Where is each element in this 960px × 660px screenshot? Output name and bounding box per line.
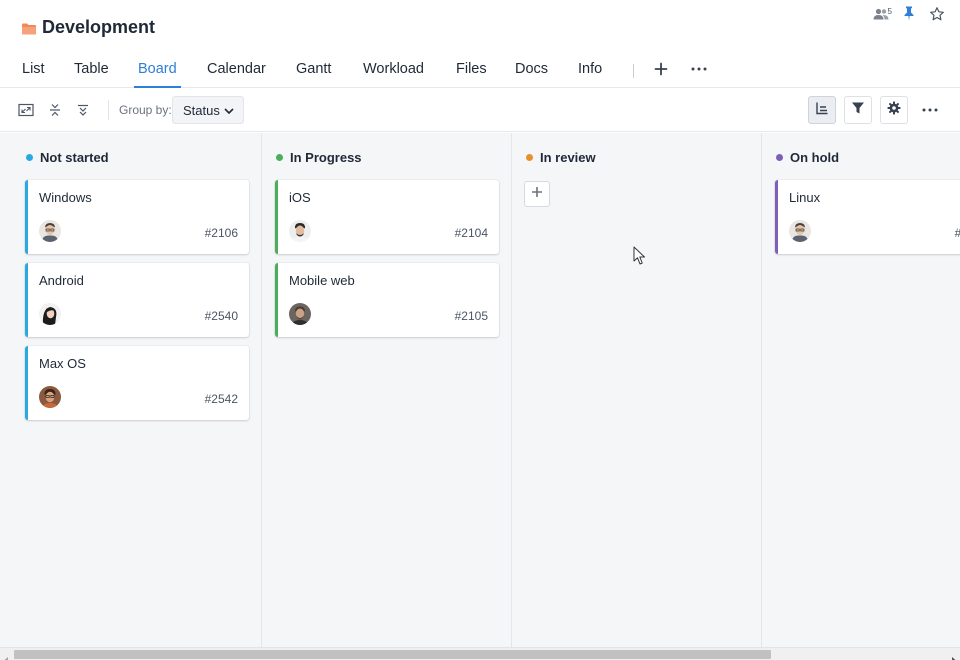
title-row: Development bbox=[22, 17, 155, 38]
tab-gantt[interactable]: Gantt bbox=[296, 56, 331, 88]
column-header: Not started bbox=[26, 150, 109, 165]
column-title: Not started bbox=[40, 150, 109, 165]
column-header: On hold bbox=[776, 150, 839, 165]
plus-icon bbox=[652, 62, 670, 82]
toolbar-more-button[interactable] bbox=[920, 102, 940, 118]
column-title: In Progress bbox=[290, 150, 362, 165]
pin-icon bbox=[902, 6, 916, 26]
settings-button[interactable] bbox=[880, 96, 908, 124]
column-in-review: In review bbox=[512, 133, 762, 647]
page-header: Development 5 List Table Board Calendar … bbox=[0, 0, 960, 88]
task-card[interactable]: Max OS #2542 bbox=[25, 346, 249, 420]
column-title: On hold bbox=[790, 150, 840, 165]
expand-all-button[interactable] bbox=[75, 102, 91, 118]
swimlane-icon bbox=[815, 101, 829, 120]
column-header: In review bbox=[526, 150, 596, 165]
status-dot bbox=[276, 154, 283, 161]
scroll-left-icon[interactable] bbox=[3, 651, 9, 660]
scrollbar-thumb[interactable] bbox=[14, 650, 771, 659]
expand-icon bbox=[18, 103, 34, 122]
fullscreen-button[interactable] bbox=[18, 102, 34, 118]
tab-calendar[interactable]: Calendar bbox=[207, 56, 266, 88]
kanban-board: Not started Windows #2106 Android #2540 … bbox=[0, 133, 960, 647]
avatar bbox=[789, 220, 811, 242]
card-id: #2542 bbox=[204, 392, 238, 406]
page-title: Development bbox=[42, 17, 156, 37]
status-dot bbox=[26, 154, 33, 161]
more-icon bbox=[690, 65, 708, 82]
more-views-button[interactable] bbox=[690, 60, 708, 78]
avatar bbox=[39, 220, 61, 242]
card-id: #2106 bbox=[204, 226, 238, 240]
column-title: In review bbox=[540, 150, 596, 165]
board-toolbar: Group by: Status bbox=[0, 88, 960, 132]
task-card[interactable]: Windows #2106 bbox=[25, 180, 249, 254]
tab-workload[interactable]: Workload bbox=[363, 56, 424, 88]
card-title: Mobile web bbox=[289, 273, 355, 288]
tab-files[interactable]: Files bbox=[456, 56, 487, 88]
collapse-all-button[interactable] bbox=[47, 102, 63, 118]
card-title: Windows bbox=[39, 190, 92, 205]
avatar bbox=[39, 386, 61, 408]
plus-icon bbox=[531, 185, 543, 203]
scroll-right-icon[interactable] bbox=[951, 651, 957, 660]
column-header: In Progress bbox=[276, 150, 362, 165]
toolbar-divider bbox=[108, 100, 109, 120]
mouse-cursor-icon bbox=[633, 246, 647, 266]
favorite-button[interactable] bbox=[930, 6, 944, 26]
card-id: #2104 bbox=[454, 226, 488, 240]
card-title: iOS bbox=[289, 190, 311, 205]
collapse-all-icon bbox=[47, 104, 63, 122]
members-button[interactable]: 5 bbox=[873, 6, 892, 25]
expand-all-icon bbox=[75, 104, 91, 122]
status-dot bbox=[526, 154, 533, 161]
task-card[interactable]: Linux #2107 bbox=[775, 180, 960, 254]
card-title: Android bbox=[39, 273, 84, 288]
tab-docs[interactable]: Docs bbox=[515, 56, 548, 88]
avatar bbox=[289, 220, 311, 242]
tab-divider bbox=[633, 64, 634, 78]
tab-table[interactable]: Table bbox=[74, 56, 109, 88]
filter-button[interactable] bbox=[844, 96, 872, 124]
column-in-progress: In Progress iOS #2104 Mobile web #2105 bbox=[262, 133, 512, 647]
star-icon bbox=[930, 6, 944, 26]
task-card[interactable]: iOS #2104 bbox=[275, 180, 499, 254]
card-id: #2105 bbox=[454, 309, 488, 323]
members-count: 5 bbox=[887, 6, 892, 16]
card-title: Linux bbox=[789, 190, 821, 205]
pin-button[interactable] bbox=[902, 6, 916, 26]
card-id: #2107 bbox=[955, 226, 960, 240]
group-by-select[interactable]: Status bbox=[172, 96, 244, 124]
column-not-started: Not started Windows #2106 Android #2540 … bbox=[0, 133, 262, 647]
card-id: #2540 bbox=[204, 309, 238, 323]
tab-list[interactable]: List bbox=[22, 56, 45, 88]
avatar bbox=[39, 303, 61, 325]
column-on-hold: On hold Linux #2107 bbox=[762, 133, 960, 647]
members-icon bbox=[873, 7, 889, 25]
tab-board[interactable]: Board bbox=[134, 56, 181, 88]
card-title: Max OS bbox=[39, 356, 86, 371]
horizontal-scrollbar[interactable] bbox=[0, 647, 960, 660]
add-card-button[interactable] bbox=[524, 181, 550, 207]
task-card[interactable]: Mobile web #2105 bbox=[275, 263, 499, 337]
gear-icon bbox=[887, 101, 901, 120]
swimlanes-button[interactable] bbox=[808, 96, 836, 124]
group-by-value: Status bbox=[183, 102, 220, 118]
tab-info[interactable]: Info bbox=[578, 56, 602, 88]
add-view-button[interactable] bbox=[652, 60, 670, 78]
filter-icon bbox=[851, 101, 865, 120]
avatar bbox=[289, 303, 311, 325]
more-icon bbox=[920, 105, 940, 122]
folder-icon bbox=[22, 22, 36, 34]
task-card[interactable]: Android #2540 bbox=[25, 263, 249, 337]
group-by-label: Group by: bbox=[119, 103, 172, 117]
header-actions: 5 bbox=[873, 6, 944, 26]
status-dot bbox=[776, 154, 783, 161]
